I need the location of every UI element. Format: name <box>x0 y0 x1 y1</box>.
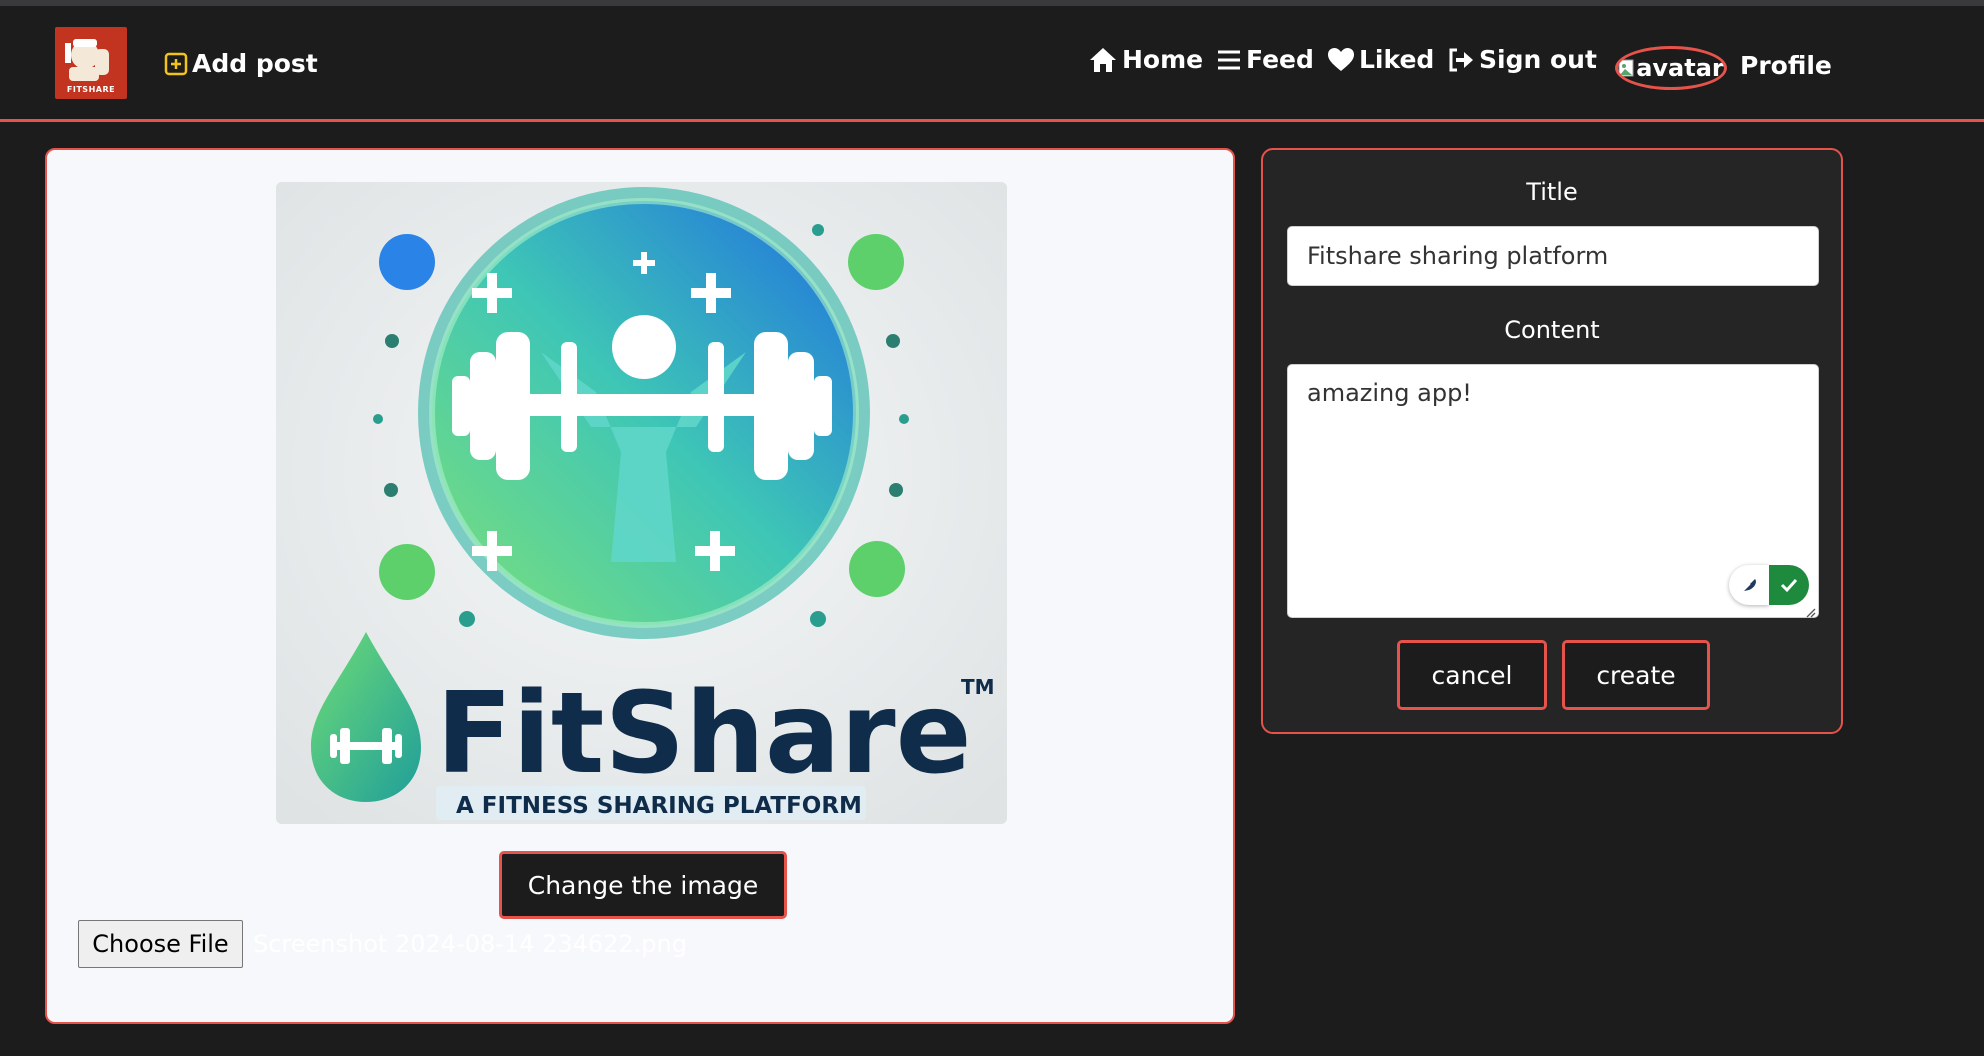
nav-home-label: Home <box>1122 45 1204 74</box>
nav-liked-link[interactable]: Liked <box>1327 45 1434 74</box>
post-form-card: Title Content amazing app! cancel create <box>1261 148 1843 734</box>
plus-square-icon <box>164 52 188 76</box>
preview-trademark: TM <box>961 675 995 699</box>
feather-icon[interactable] <box>1729 565 1769 605</box>
choose-file-button[interactable]: Choose File <box>78 920 243 968</box>
navbar: FITSHARE Add post Home Feed Liked Sign o… <box>0 6 1984 122</box>
cancel-button[interactable]: cancel <box>1397 640 1547 710</box>
heart-icon <box>1327 47 1355 73</box>
fitshare-logo[interactable]: FITSHARE <box>55 27 127 99</box>
textarea-resize-handle[interactable] <box>1804 603 1816 618</box>
title-input[interactable] <box>1287 226 1819 286</box>
create-button[interactable]: create <box>1562 640 1710 710</box>
add-post-label: Add post <box>192 49 318 78</box>
check-icon[interactable] <box>1769 565 1809 605</box>
title-label: Title <box>1526 178 1578 206</box>
content-label: Content <box>1504 316 1600 344</box>
nav-sign-out-link[interactable]: Sign out <box>1447 45 1597 74</box>
nav-sign-out-label: Sign out <box>1479 45 1597 74</box>
image-upload-card: FitShare TM A FITNESS SHARING PLATFORM C… <box>45 148 1235 1024</box>
nav-home-link[interactable]: Home <box>1088 45 1203 74</box>
post-image-preview: FitShare TM A FITNESS SHARING PLATFORM <box>276 182 1007 824</box>
nav-profile-link[interactable]: Profile <box>1740 51 1832 80</box>
sign-out-icon <box>1447 47 1475 73</box>
add-post-link[interactable]: Add post <box>164 49 318 78</box>
logo-text: FITSHARE <box>66 85 116 94</box>
nav-feed-label: Feed <box>1246 45 1314 74</box>
menu-icon <box>1216 48 1242 72</box>
selected-file-name: Screenshot 2024-08-14 234622.png <box>253 930 687 958</box>
home-icon <box>1088 46 1118 74</box>
change-image-button[interactable]: Change the image <box>499 851 787 919</box>
preview-brand-name: FitShare <box>436 669 972 799</box>
grammar-widget[interactable] <box>1729 565 1809 605</box>
broken-image-icon <box>1618 59 1634 77</box>
avatar[interactable]: avatar <box>1615 46 1727 90</box>
nav-liked-label: Liked <box>1359 45 1435 74</box>
avatar-alt-text: avatar <box>1636 54 1724 82</box>
preview-tagline: A FITNESS SHARING PLATFORM <box>456 793 862 819</box>
nav-feed-link[interactable]: Feed <box>1216 45 1314 74</box>
